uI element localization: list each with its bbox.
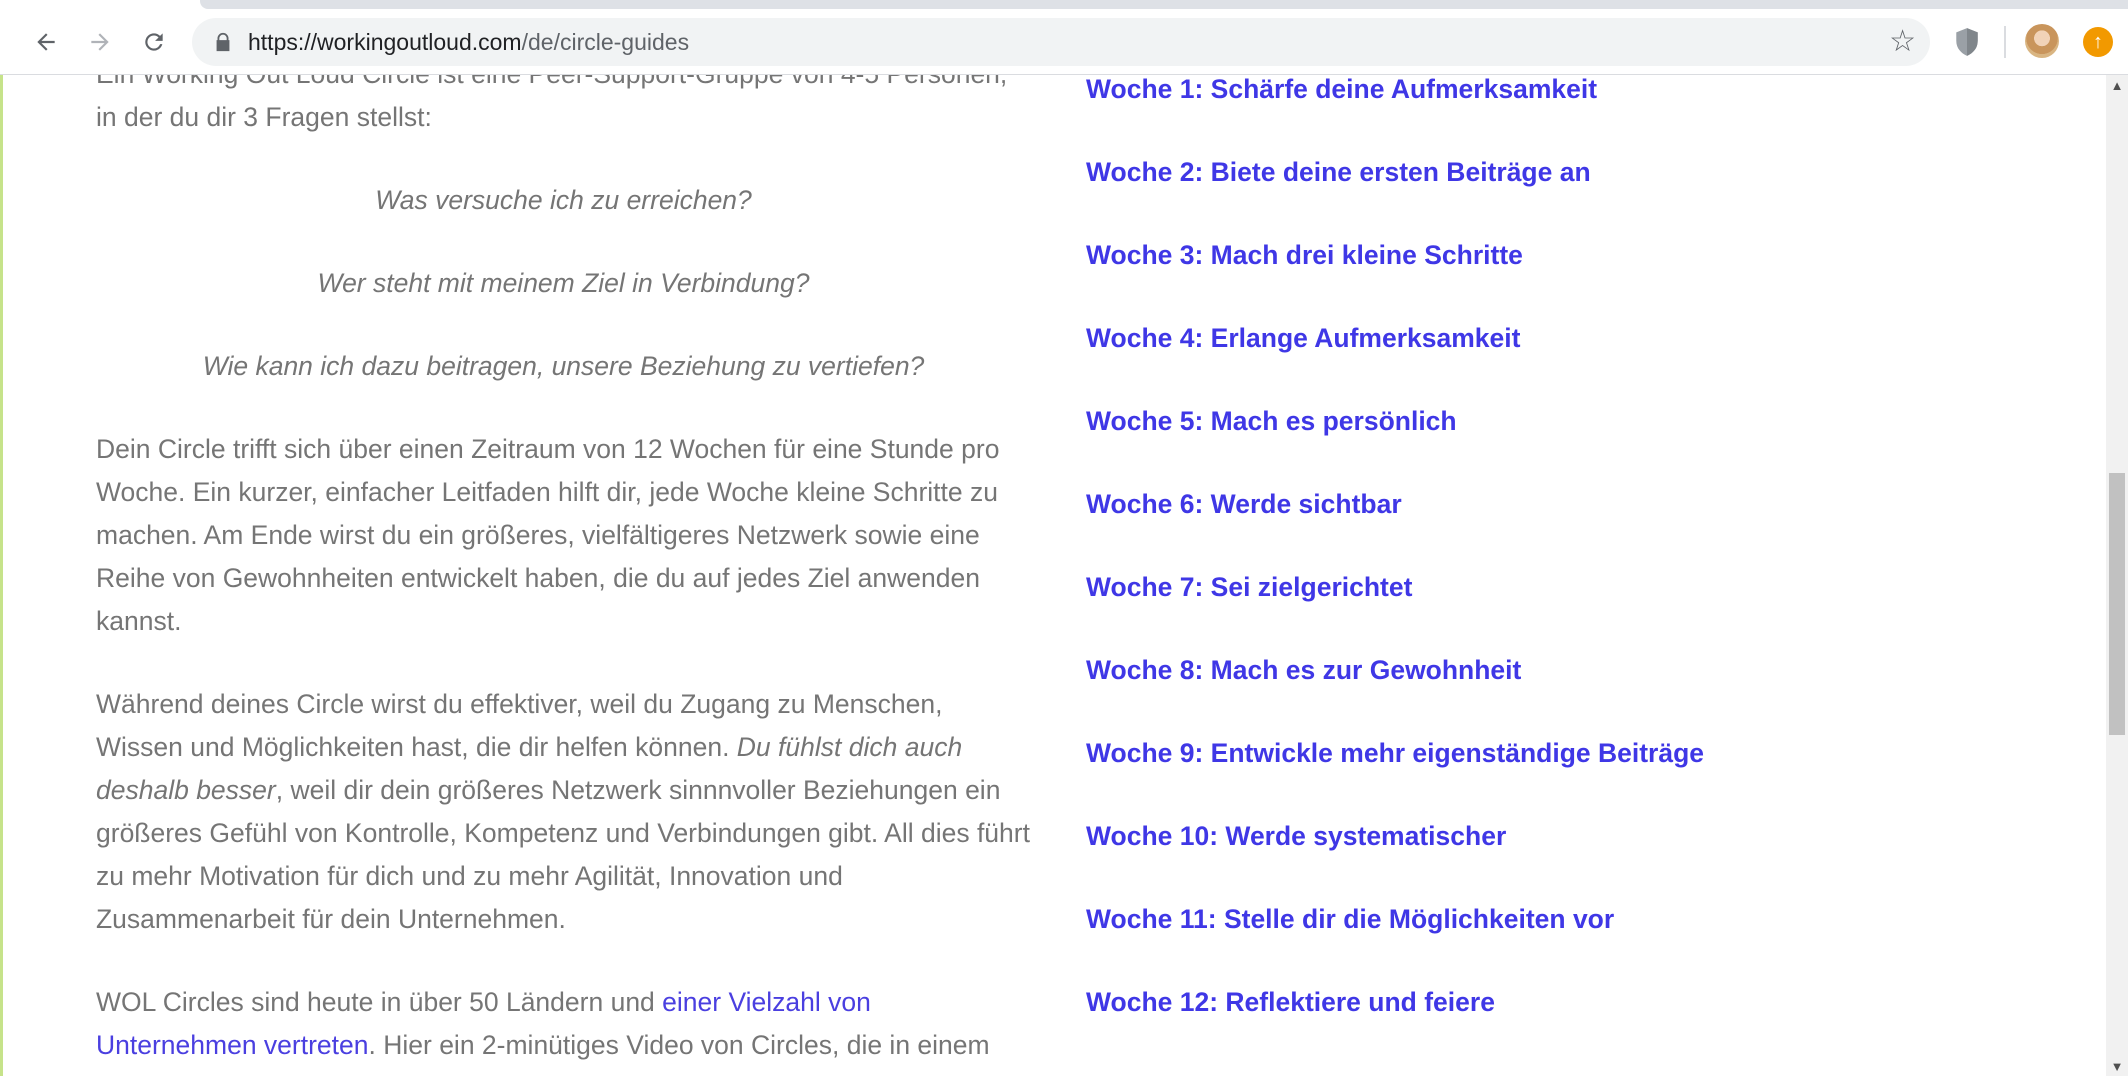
lock-icon bbox=[216, 32, 230, 52]
week-link-8[interactable]: Woche 8: Mach es zur Gewohnheit bbox=[1086, 652, 1521, 688]
left-accent-line bbox=[0, 75, 3, 1076]
week-link-2[interactable]: Woche 2: Biete deine ersten Beiträge an bbox=[1086, 154, 1591, 190]
reload-icon[interactable] bbox=[134, 22, 174, 62]
question-2: Wer steht mit meinem Ziel in Verbindung? bbox=[317, 268, 810, 298]
url-path: /de/circle-guides bbox=[521, 29, 690, 55]
paragraph-countries-start: WOL Circles sind heute in über 50 Länder… bbox=[96, 987, 663, 1017]
intro-paragraph: Ein Working Out Loud Circle ist eine Pee… bbox=[96, 75, 1007, 132]
week-link-9[interactable]: Woche 9: Entwickle mehr eigenständige Be… bbox=[1086, 735, 1704, 771]
paragraph-benefits: Während deines Circle wirst du effektive… bbox=[96, 683, 1031, 941]
url-host: https://workingoutloud.com bbox=[248, 29, 522, 55]
week-link-12[interactable]: Woche 12: Reflektiere und feiere bbox=[1086, 984, 1495, 1020]
tab-strip bbox=[200, 0, 2128, 9]
scroll-thumb[interactable] bbox=[2109, 473, 2125, 735]
scroll-up-icon[interactable]: ▲ bbox=[2106, 75, 2128, 95]
toolbar-separator bbox=[2004, 26, 2006, 58]
shield-icon[interactable] bbox=[1954, 27, 1980, 57]
week-link-10[interactable]: Woche 10: Werde systematischer bbox=[1086, 818, 1506, 854]
back-arrow-icon[interactable] bbox=[26, 22, 66, 62]
browser-toolbar: https://workingoutloud.com/de/circle-gui… bbox=[0, 0, 2128, 75]
paragraph-countries: WOL Circles sind heute in über 50 Länder… bbox=[96, 981, 1031, 1067]
avatar[interactable] bbox=[2025, 24, 2059, 58]
star-icon[interactable]: ☆ bbox=[1889, 24, 1916, 59]
week-link-7[interactable]: Woche 7: Sei zielgerichtet bbox=[1086, 569, 1412, 605]
week-link-11[interactable]: Woche 11: Stelle dir die Möglichkeiten v… bbox=[1086, 901, 1614, 937]
url-text[interactable]: https://workingoutloud.com/de/circle-gui… bbox=[248, 27, 689, 57]
week-link-1[interactable]: Woche 1: Schärfe deine Aufmerksamkeit bbox=[1086, 75, 1597, 107]
paragraph-schedule: Dein Circle trifft sich über einen Zeitr… bbox=[96, 434, 1000, 636]
scroll-down-icon[interactable]: ▼ bbox=[2106, 1056, 2128, 1076]
update-icon[interactable]: ↑ bbox=[2083, 27, 2113, 57]
address-bar[interactable]: https://workingoutloud.com/de/circle-gui… bbox=[192, 18, 1930, 66]
week-link-6[interactable]: Woche 6: Werde sichtbar bbox=[1086, 486, 1402, 522]
question-1: Was versuche ich zu erreichen? bbox=[375, 185, 752, 215]
paragraph-countries-end: . Hier ein 2-minütiges Video von Circles… bbox=[368, 1030, 990, 1060]
week-link-4[interactable]: Woche 4: Erlange Aufmerksamkeit bbox=[1086, 320, 1520, 356]
week-link-5[interactable]: Woche 5: Mach es persönlich bbox=[1086, 403, 1457, 439]
week-link-3[interactable]: Woche 3: Mach drei kleine Schritte bbox=[1086, 237, 1523, 273]
intro-column: Ein Working Out Loud Circle ist eine Pee… bbox=[96, 75, 1031, 1067]
page-content: Ein Working Out Loud Circle ist eine Pee… bbox=[0, 75, 2106, 1076]
forward-arrow-icon[interactable] bbox=[80, 22, 120, 62]
question-3: Wie kann ich dazu beitragen, unsere Bezi… bbox=[202, 351, 925, 381]
vertical-scrollbar[interactable]: ▲ ▼ bbox=[2106, 75, 2128, 1076]
